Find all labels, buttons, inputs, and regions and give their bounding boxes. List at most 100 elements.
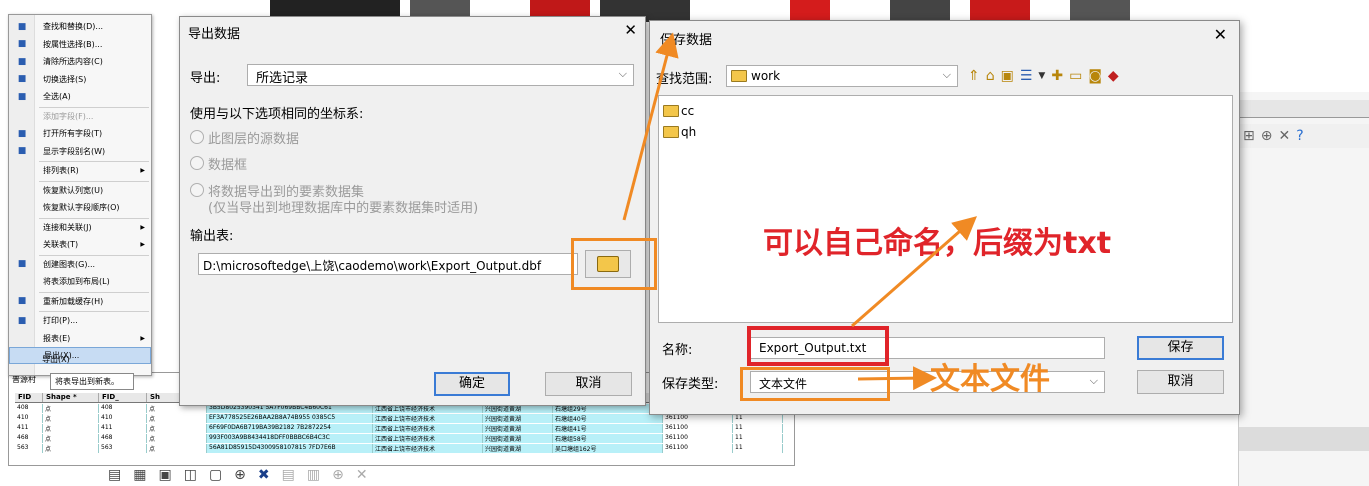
folder-item[interactable]: qh <box>663 125 696 139</box>
select-attr-icon: ■ <box>17 39 27 49</box>
menu-item[interactable]: 将表添加到布局(L) <box>9 273 151 290</box>
up-level-icon[interactable]: ⇑ <box>968 68 980 84</box>
save-button[interactable]: 保存 <box>1137 336 1224 360</box>
highlight-browse-box <box>571 238 657 290</box>
table-row[interactable]: 411 点 411 点 6F69F0DA6B719BA39B2182 7B2872254… <box>15 424 795 433</box>
menu-item[interactable]: ■ 清除所选内容(C) <box>9 53 151 70</box>
geodatabase-icon[interactable]: ◙ <box>1088 68 1102 84</box>
tool-icon[interactable]: ⊕ <box>332 467 344 483</box>
tool-icon[interactable]: ⊕ <box>1261 128 1273 144</box>
submenu-arrow-icon: ▶ <box>140 241 145 248</box>
folder-icon <box>663 105 679 117</box>
menu-item[interactable]: 恢复默认字段顺序(O) <box>9 199 151 216</box>
toolbox-icon[interactable]: ◆ <box>1108 68 1119 84</box>
table-options-icon[interactable]: ▤ <box>108 467 121 483</box>
cancel-button[interactable]: 取消 <box>545 372 632 396</box>
menu-item[interactable]: ■ 按属性选择(B)... <box>9 36 151 53</box>
export-submenu-item[interactable]: 导出(X) <box>42 354 70 365</box>
menu-item[interactable]: 关联表(T) ▶ <box>9 236 151 253</box>
export-select-value: 所选记录 <box>256 71 309 86</box>
select-by-attr-icon[interactable]: ▣ <box>158 467 171 483</box>
check-icon: ■ <box>17 146 27 156</box>
zoom-icon[interactable]: ⊕ <box>234 467 246 483</box>
table-cell: 468 <box>15 434 43 443</box>
radio-data-frame[interactable] <box>190 156 204 170</box>
col-header[interactable]: Shape * <box>43 393 99 402</box>
radio-data-frame-label: 数据框 <box>208 158 248 173</box>
table-cell: 兴园街道黄湖 <box>483 414 553 423</box>
menu-item[interactable]: 连接和关联(J) ▶ <box>9 219 151 236</box>
menu-item[interactable]: ■ 打印(P)... <box>9 312 151 329</box>
table-cell: 361100 <box>663 444 733 453</box>
table-cell: 563 <box>99 444 147 453</box>
tool-icon[interactable]: ✕ <box>356 467 368 483</box>
table-cell: 兴园街道黄湖 <box>483 424 553 433</box>
folder-icon <box>731 70 747 82</box>
list-view-icon[interactable]: ☰ <box>1020 68 1033 84</box>
table-cell: 江西省上饶市经济技术 <box>373 424 483 433</box>
menu-item[interactable]: 排列表(R) ▶ <box>9 162 151 179</box>
folder-icon[interactable]: ▭ <box>1069 68 1082 84</box>
file-list[interactable]: cc qh <box>658 95 1233 323</box>
menu-item[interactable]: ■ 打开所有字段(T) <box>9 125 151 142</box>
menu-item[interactable]: 导出(X)... <box>9 347 151 364</box>
clear-selection-icon[interactable]: ▢ <box>209 467 222 483</box>
panel-lower-bar <box>1239 427 1369 451</box>
menu-item-label: 将表添加到布局(L) <box>43 277 110 286</box>
table-cell: 点 <box>43 434 99 443</box>
save-dialog-toolbar: ⇑ ⌂ ▣ ☰ ▼ ✚ ▭ ◙ ◆ <box>968 65 1119 87</box>
menu-item[interactable]: ■ 重新加载缓存(H) <box>9 293 151 310</box>
col-header[interactable]: FID_ <box>99 393 147 402</box>
switch-selection-icon[interactable]: ◫ <box>184 467 197 483</box>
view-menu-icon[interactable]: ▼ <box>1038 71 1045 81</box>
table-cell: 江西省上饶市经济技术 <box>373 444 483 453</box>
menu-item-label: 切换选择(S) <box>43 74 87 84</box>
connect-folder-icon[interactable]: ▣ <box>1001 68 1014 84</box>
look-in-label: 查找范围: <box>656 72 713 87</box>
related-tables-icon[interactable]: ▦ <box>133 467 146 483</box>
menu-item[interactable]: ■ 查找和替换(D)... <box>9 18 151 35</box>
tool-icon[interactable]: ▤ <box>282 467 295 483</box>
table-row[interactable]: 468 点 468 点 993F003A9B8434418DFF0BBBC6B4C3C 江… <box>15 434 795 443</box>
menu-item-label: 创建图表(G)... <box>43 259 96 269</box>
table-row[interactable]: 563 点 563 点 56A81D85915D4300958107815 7FD7E6… <box>15 444 795 453</box>
binoculars-icon: ■ <box>17 21 27 32</box>
new-folder-icon[interactable]: ✚ <box>1051 68 1063 84</box>
menu-item[interactable]: ■ 显示字段别名(W) <box>9 143 151 160</box>
menu-item[interactable]: 恢复默认列宽(U) <box>9 182 151 199</box>
table-toolbar: ▤ ▦ ▣ ◫ ▢ ⊕ ✖ ▤ ▥ ⊕ ✕ <box>100 464 800 486</box>
coord-system-label: 使用与以下选项相同的坐标系: <box>190 107 364 122</box>
table-cell: 江西省上饶市经济技术 <box>373 414 483 423</box>
menu-item[interactable]: 报表(E) ▶ <box>9 330 151 347</box>
look-in-select[interactable]: work ⌵ <box>726 65 958 87</box>
radio-feature-dataset[interactable] <box>190 183 204 197</box>
table-cell: 11 <box>733 414 783 423</box>
table-cell: 408 <box>99 404 147 413</box>
output-table-field[interactable]: D:\microsoftedge\上饶\caodemo\work\Export_… <box>198 253 578 275</box>
menu-item[interactable]: ■ 创建图表(G)... <box>9 256 151 273</box>
chevron-down-icon: ⌵ <box>1089 374 1098 387</box>
table-cell: 410 <box>15 414 43 423</box>
menu-item[interactable]: ■ 切换选择(S) <box>9 71 151 88</box>
table-cell: 点 <box>147 424 207 433</box>
close-icon[interactable]: ✕ <box>1214 25 1227 44</box>
folder-name: cc <box>681 104 695 118</box>
col-header[interactable]: FID <box>15 393 43 402</box>
close-icon[interactable]: ✕ <box>624 21 637 39</box>
help-icon[interactable]: ? <box>1296 128 1303 144</box>
menu-item-label: 恢复默认列宽(U) <box>43 185 104 195</box>
cancel-button[interactable]: 取消 <box>1137 370 1224 394</box>
home-icon[interactable]: ⌂ <box>986 68 995 84</box>
ok-button[interactable]: 确定 <box>434 372 510 396</box>
folder-item[interactable]: cc <box>663 104 694 118</box>
menu-item[interactable]: ■ 全选(A) <box>9 88 151 105</box>
table-cell: 兴园街道黄湖 <box>483 444 553 453</box>
delete-icon[interactable]: ✖ <box>258 467 270 483</box>
tool-icon[interactable]: ▥ <box>307 467 320 483</box>
tool-icon[interactable]: ⊞ <box>1243 128 1255 144</box>
table-row[interactable]: 410 点 410 点 EF3A778525E26BAA2B8A74B955 0385C… <box>15 414 795 423</box>
export-select[interactable]: 所选记录 ⌵ <box>247 64 634 86</box>
radio-source-data[interactable] <box>190 130 204 144</box>
tool-icon[interactable]: ✕ <box>1278 128 1290 144</box>
menu-item-label: 打印(P)... <box>43 316 78 325</box>
